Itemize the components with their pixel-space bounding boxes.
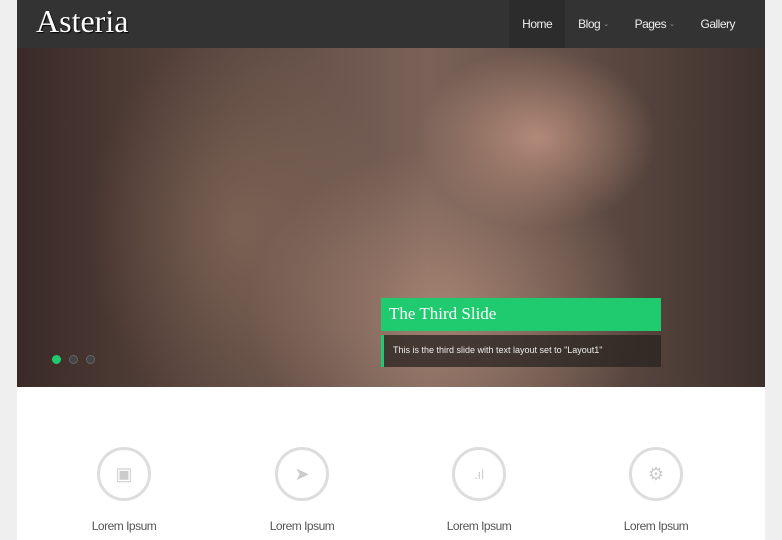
rocket-icon[interactable]: ➤ [275,447,329,501]
slide-description: This is the third slide with text layout… [381,335,661,367]
gears-icon[interactable]: ⚙ [629,447,683,501]
feature-label: Lorem Ipsum [91,519,157,533]
feature-1: ▣ Lorem Ipsum [54,447,194,533]
feature-label: Lorem Ipsum [623,519,689,533]
feature-label: Lorem Ipsum [269,519,335,533]
slide-title: The Third Slide [381,298,661,331]
feature-2: ➤ Lorem Ipsum [232,447,372,533]
nav-gallery[interactable]: Gallery [687,0,748,48]
nav-label: Gallery [700,17,735,31]
slider-dot-3[interactable] [86,355,95,364]
camera-icon[interactable]: ▣ [97,447,151,501]
slider-pagination [52,355,95,364]
slider-dot-2[interactable] [69,355,78,364]
nav-home[interactable]: Home [509,0,566,48]
signal-icon[interactable]: .ıl [452,447,506,501]
nav-blog[interactable]: Blog ⌄ [565,0,621,48]
nav-label: Home [522,17,553,31]
hero-slider[interactable]: The Third Slide This is the third slide … [17,48,765,387]
nav-label: Pages [634,17,667,31]
feature-3: .ıl Lorem Ipsum [409,447,549,533]
feature-label: Lorem Ipsum [446,519,512,533]
main-nav: Home Blog ⌄ Pages ⌄ Gallery [509,0,748,48]
chevron-down-icon: ⌄ [669,21,675,28]
page: Asteria Home Blog ⌄ Pages ⌄ Gallery The Th… [17,0,765,540]
nav-pages[interactable]: Pages ⌄ [622,0,688,48]
chevron-down-icon: ⌄ [603,21,609,28]
feature-4: ⚙ Lorem Ipsum [586,447,726,533]
slider-dot-1[interactable] [52,355,61,364]
header: Asteria Home Blog ⌄ Pages ⌄ Gallery [17,0,765,48]
logo[interactable]: Asteria [36,3,128,40]
nav-label: Blog [578,17,601,31]
